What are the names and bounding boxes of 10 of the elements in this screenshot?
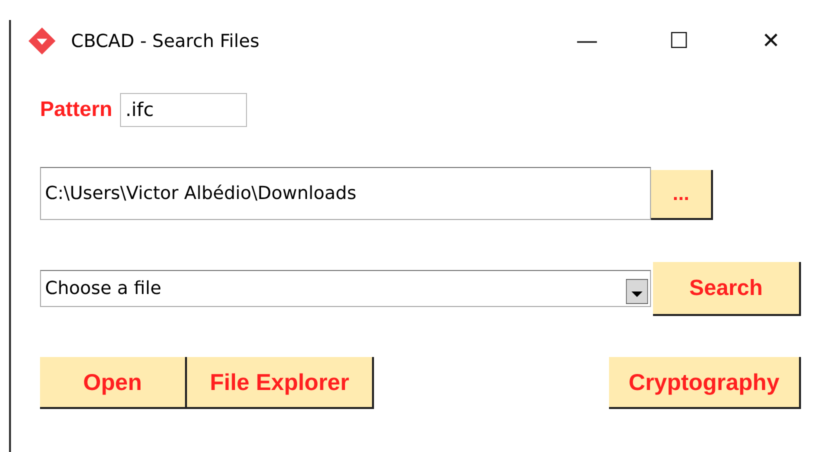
minimize-button[interactable]: — [541,20,633,62]
file-dropdown[interactable]: Choose a file [40,270,651,307]
folder-path-field[interactable]: C:\Users\Victor Albédio\Downloads [40,167,651,220]
pattern-field[interactable]: .ifc [120,93,248,127]
app-logo-icon [27,26,57,56]
maximize-button[interactable]: ☐ [633,20,725,62]
dropdown-arrow-icon [626,279,648,304]
pattern-label: Pattern [40,98,112,122]
close-button[interactable]: ✕ [725,20,817,62]
window-title: CBCAD - Search Files [71,30,260,52]
